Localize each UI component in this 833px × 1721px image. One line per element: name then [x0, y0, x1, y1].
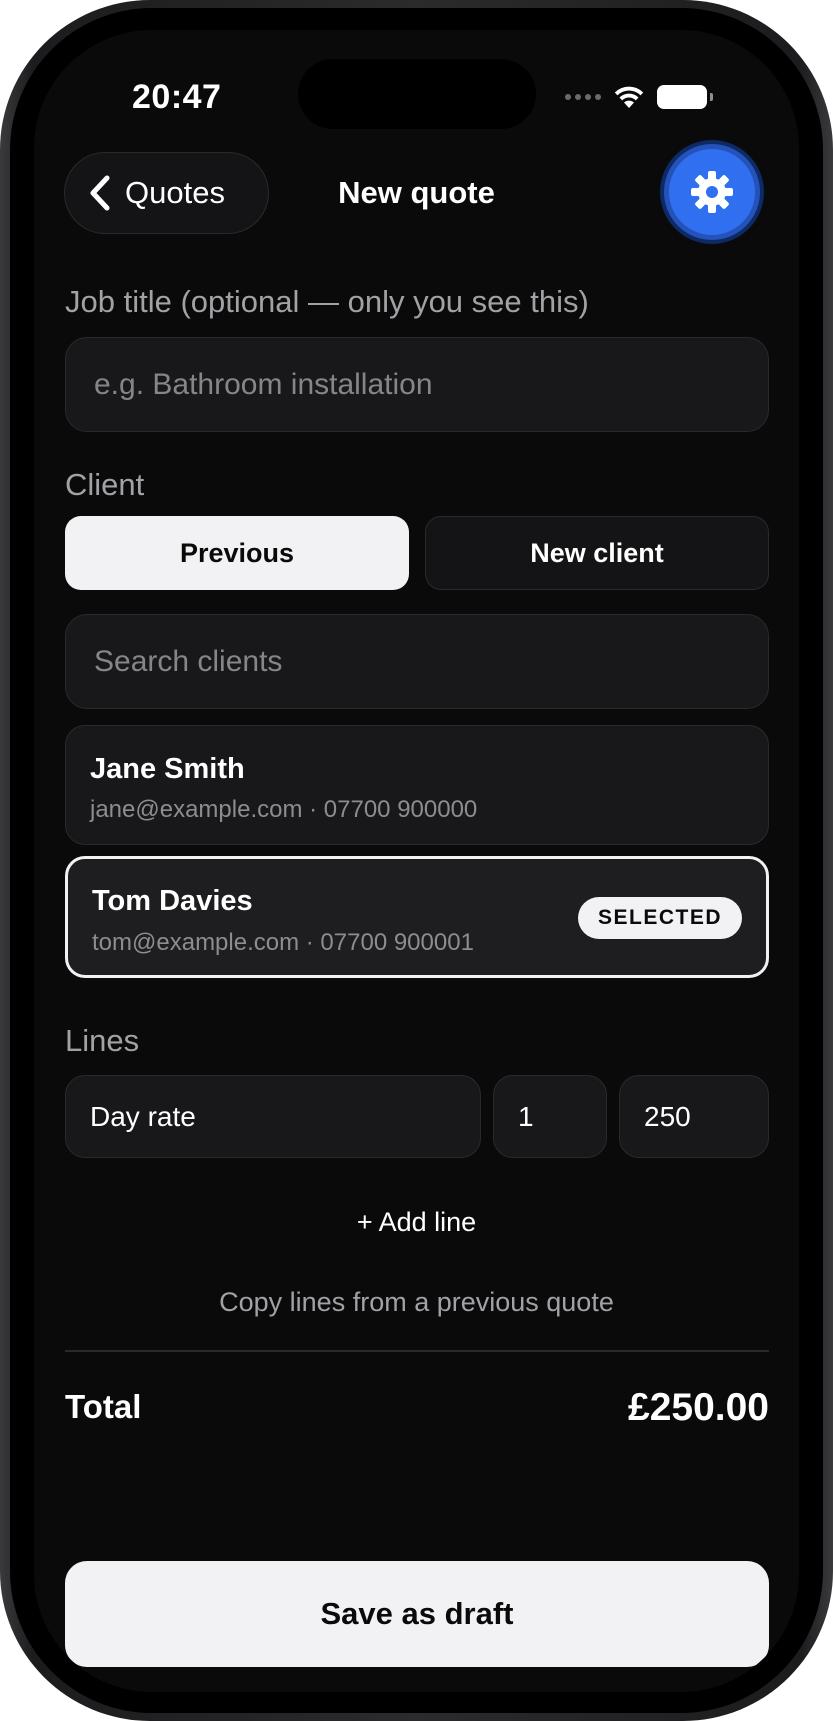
- lines-label: Lines: [65, 1023, 140, 1058]
- line-description-input[interactable]: Day rate: [65, 1075, 481, 1158]
- client-search-input[interactable]: Search clients: [65, 614, 769, 709]
- job-title-input[interactable]: e.g. Bathroom installation: [65, 337, 769, 432]
- client-search-placeholder: Search clients: [94, 644, 283, 678]
- battery-icon: [657, 85, 713, 109]
- save-draft-button[interactable]: Save as draft: [65, 1561, 769, 1667]
- client-contact: tom@example.com · 07700 900001: [92, 929, 474, 956]
- add-line-button[interactable]: + Add line: [34, 1207, 799, 1238]
- segment-new-client[interactable]: New client: [425, 516, 769, 590]
- client-list-item-selected[interactable]: Tom Davies tom@example.com · 07700 90000…: [65, 856, 769, 978]
- status-icons: [565, 82, 713, 112]
- status-time: 20:47: [132, 78, 222, 116]
- copy-lines-link[interactable]: Copy lines from a previous quote: [34, 1287, 799, 1318]
- page-title: New quote: [338, 175, 495, 210]
- wifi-icon: [614, 86, 644, 108]
- segment-previous[interactable]: Previous: [65, 516, 409, 590]
- settings-button[interactable]: [664, 144, 760, 240]
- signal-icon: [565, 94, 601, 100]
- selected-badge: SELECTED: [577, 897, 742, 939]
- job-title-label: Job title (optional — only you see this): [65, 284, 589, 319]
- back-button-label: Quotes: [125, 175, 225, 210]
- client-contact: jane@example.com · 07700 900000: [90, 796, 478, 823]
- app-screen: 20:47 Quotes New quote Job title (option…: [34, 30, 799, 1692]
- chevron-left-icon: [90, 175, 110, 211]
- total-label: Total: [65, 1388, 142, 1425]
- gear-icon: [691, 171, 733, 213]
- client-name: Tom Davies: [92, 885, 253, 917]
- dynamic-island: [298, 59, 536, 129]
- line-quantity-input[interactable]: 1: [493, 1075, 607, 1158]
- line-price-input[interactable]: 250: [619, 1075, 769, 1158]
- divider: [65, 1350, 769, 1352]
- client-name: Jane Smith: [90, 753, 245, 785]
- job-title-placeholder: e.g. Bathroom installation: [94, 367, 433, 401]
- client-list-item[interactable]: Jane Smith jane@example.com · 07700 9000…: [65, 725, 769, 845]
- back-button[interactable]: Quotes: [64, 152, 269, 234]
- total-value: £250.00: [628, 1386, 769, 1429]
- client-label: Client: [65, 467, 145, 502]
